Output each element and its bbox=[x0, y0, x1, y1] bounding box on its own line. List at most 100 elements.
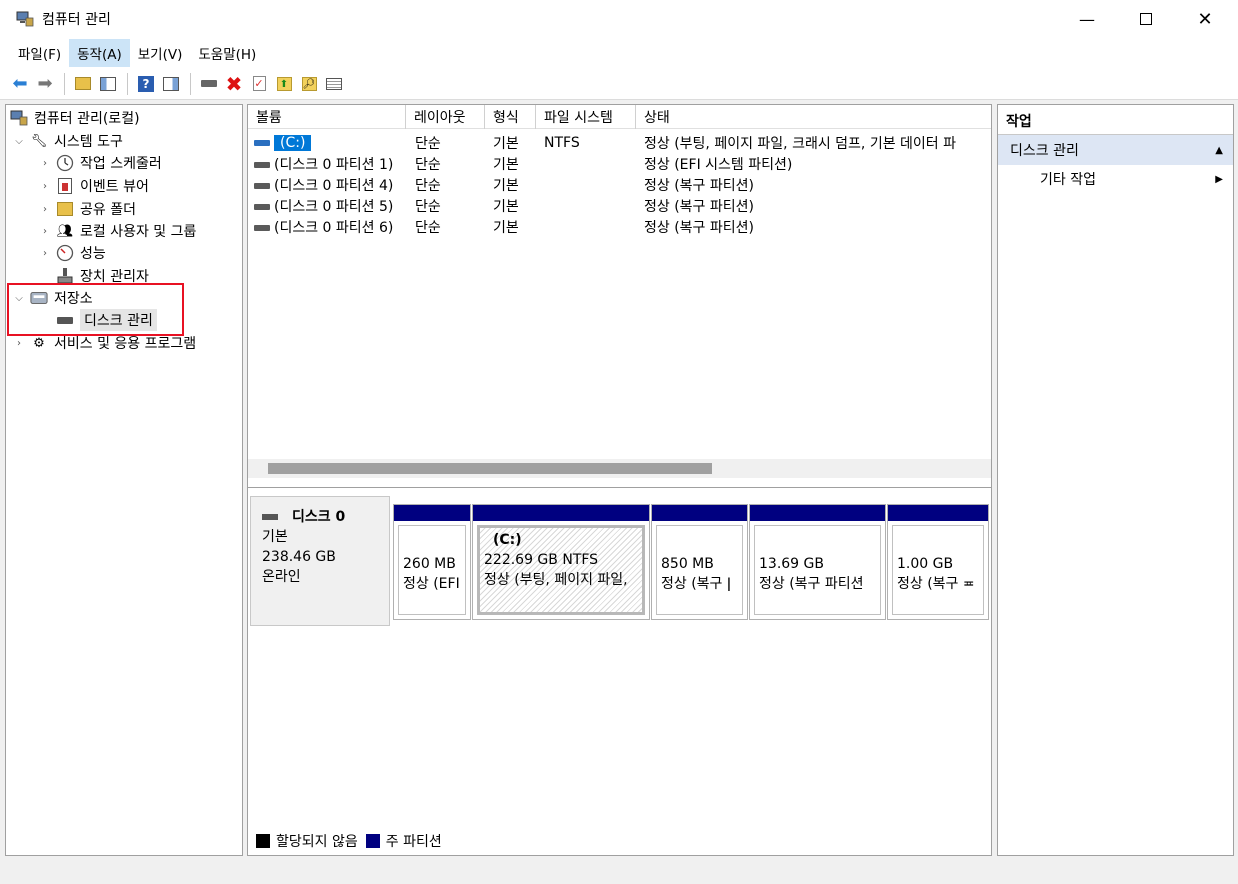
table-row[interactable]: (디스크 0 파티션 5) 단순 기본 정상 (복구 파티션) bbox=[248, 195, 991, 216]
partition-bar bbox=[750, 505, 885, 521]
column-header-volume[interactable]: 볼륨 bbox=[248, 105, 406, 129]
partition-bar bbox=[652, 505, 747, 521]
volume-type: 기본 bbox=[493, 135, 519, 152]
menu-view[interactable]: 보기(V) bbox=[130, 39, 191, 67]
checklist-icon: ✓ bbox=[252, 76, 266, 91]
collapse-chevron-icon[interactable]: › bbox=[38, 158, 52, 169]
close-button[interactable]: ✕ bbox=[1176, 0, 1234, 38]
maximize-button[interactable] bbox=[1117, 0, 1175, 38]
table-row[interactable]: (디스크 0 파티션 1) 단순 기본 정상 (EFI 시스템 파티션) bbox=[248, 153, 991, 174]
column-header-layout[interactable]: 레이아웃 bbox=[406, 105, 485, 129]
disk-drive-icon bbox=[262, 514, 278, 520]
volume-status: 정상 (복구 파티션) bbox=[644, 219, 754, 236]
partition-status: 정상 (복구 ǀ bbox=[661, 576, 732, 592]
folder-arrow-icon: ⬆ bbox=[276, 76, 292, 91]
collapse-chevron-icon[interactable]: › bbox=[38, 226, 52, 237]
import-button[interactable]: ⬆ bbox=[272, 72, 296, 96]
forward-button[interactable]: ➡ bbox=[33, 72, 57, 96]
computer-management-icon bbox=[16, 11, 34, 27]
tree-item-shared-folders[interactable]: › 공유 폴더 bbox=[38, 198, 136, 220]
partition-size: 850 MB bbox=[661, 556, 714, 572]
legend-primary: 주 파티션 bbox=[385, 834, 442, 850]
partition-recovery-5[interactable]: 13.69 GB 정상 (복구 파티션 bbox=[749, 504, 886, 620]
expand-chevron-icon[interactable]: ⌵ bbox=[12, 136, 26, 147]
actions-section-disk-management[interactable]: 디스크 관리 ▲ bbox=[998, 135, 1233, 165]
volume-layout: 단순 bbox=[415, 135, 441, 152]
computer-management-icon bbox=[10, 109, 28, 127]
collapse-chevron-icon[interactable]: › bbox=[38, 181, 52, 192]
scrollbar-thumb[interactable] bbox=[268, 463, 712, 474]
partition-recovery-4[interactable]: 850 MB 정상 (복구 ǀ bbox=[651, 504, 748, 620]
delete-button[interactable]: ✖ bbox=[222, 72, 246, 96]
section-label: 디스크 관리 bbox=[1010, 143, 1079, 159]
tree-item-local-users[interactable]: › 👥︎ 로컬 사용자 및 그룹 bbox=[38, 220, 196, 242]
tools-icon: 🔧︎ bbox=[30, 133, 48, 149]
tree-item-performance[interactable]: › 성능 bbox=[38, 242, 106, 264]
window-title: 컴퓨터 관리 bbox=[42, 12, 111, 28]
help-icon: ? bbox=[138, 75, 154, 92]
volume-type: 기본 bbox=[493, 198, 519, 215]
event-log-icon bbox=[56, 177, 74, 195]
back-arrow-icon: ⬅ bbox=[12, 73, 28, 94]
volume-table-header: 볼륨 레이아웃 형식 파일 시스템 상태 bbox=[248, 105, 991, 129]
legend-unallocated: 할당되지 않음 bbox=[276, 834, 358, 850]
table-row[interactable]: (디스크 0 파티션 6) 단순 기본 정상 (복구 파티션) bbox=[248, 216, 991, 237]
volume-layout: 단순 bbox=[415, 177, 441, 194]
actions-pane: 작업 디스크 관리 ▲ 기타 작업 ▶ bbox=[997, 104, 1234, 856]
collapse-chevron-icon[interactable]: › bbox=[12, 338, 26, 349]
volume-layout: 단순 bbox=[415, 198, 441, 215]
partition-size: 222.69 GB NTFS bbox=[484, 552, 599, 568]
tree-item-event-viewer[interactable]: › 이벤트 뷰어 bbox=[38, 175, 149, 197]
search-button[interactable]: 🔎︎ bbox=[297, 72, 321, 96]
unallocated-swatch bbox=[256, 834, 270, 848]
collapse-chevron-icon[interactable]: › bbox=[38, 248, 52, 259]
red-highlight-annotation bbox=[7, 283, 184, 336]
column-header-filesystem[interactable]: 파일 시스템 bbox=[536, 105, 636, 129]
tree-item-task-scheduler[interactable]: › 작업 스케줄러 bbox=[38, 152, 162, 174]
disk-info-panel[interactable]: 디스크 0 기본 238.46 GB 온라인 bbox=[250, 496, 390, 626]
volume-status: 정상 (복구 파티션) bbox=[644, 177, 754, 194]
up-folder-button[interactable] bbox=[71, 72, 95, 96]
column-header-status[interactable]: 상태 bbox=[636, 105, 991, 129]
table-row[interactable]: (디스크 0 파티션 4) 단순 기본 정상 (복구 파티션) bbox=[248, 174, 991, 195]
partition-label: (C:) bbox=[493, 532, 522, 548]
menu-file[interactable]: 파일(F) bbox=[10, 39, 69, 67]
column-header-type[interactable]: 형식 bbox=[485, 105, 536, 129]
properties-button[interactable] bbox=[322, 72, 346, 96]
connect-button[interactable] bbox=[197, 72, 221, 96]
help-button[interactable]: ? bbox=[134, 72, 158, 96]
toolbar-separator bbox=[127, 72, 128, 95]
volume-type: 기본 bbox=[493, 177, 519, 194]
forward-arrow-icon: ➡ bbox=[37, 73, 53, 94]
volume-type: 기본 bbox=[493, 219, 519, 236]
disk-management-pane: 볼륨 레이아웃 형식 파일 시스템 상태 (C:) 단순 기본 NTFS 정상 … bbox=[247, 104, 992, 856]
collapse-chevron-icon[interactable]: › bbox=[38, 204, 52, 215]
partition-legend: 할당되지 않음 주 파티션 bbox=[256, 831, 442, 851]
shared-folder-icon bbox=[56, 200, 74, 218]
volume-filesystem: NTFS bbox=[544, 134, 580, 151]
tree-item-system-tools[interactable]: ⌵ 🔧︎ 시스템 도구 bbox=[12, 130, 123, 152]
disk-size: 238.46 GB bbox=[262, 549, 336, 565]
minimize-button[interactable]: — bbox=[1058, 0, 1116, 38]
tree-item-root[interactable]: 컴퓨터 관리(로컬) bbox=[10, 107, 140, 129]
show-hide-tree-button[interactable] bbox=[96, 72, 120, 96]
disk-name: 디스크 0 bbox=[292, 509, 346, 525]
action-pane-button[interactable] bbox=[159, 72, 183, 96]
partition-c[interactable]: (C:) 222.69 GB NTFS 정상 (부팅, 페이지 파일, bbox=[472, 504, 650, 620]
table-row[interactable]: (C:) 단순 기본 NTFS 정상 (부팅, 페이지 파일, 크래시 덤프, … bbox=[248, 132, 991, 153]
volume-name: (디스크 0 파티션 4) bbox=[274, 177, 394, 194]
action-more-actions[interactable]: 기타 작업 ▶ bbox=[998, 165, 1233, 193]
partition-recovery-6[interactable]: 1.00 GB 정상 (복구 ≖ bbox=[887, 504, 989, 620]
back-button[interactable]: ⬅ bbox=[8, 72, 32, 96]
tree-label: 성능 bbox=[80, 246, 106, 262]
partition-status: 정상 (EFI bbox=[403, 576, 460, 592]
menu-help[interactable]: 도움말(H) bbox=[190, 39, 264, 67]
check-button[interactable]: ✓ bbox=[247, 72, 271, 96]
primary-swatch bbox=[365, 834, 380, 848]
actions-header: 작업 bbox=[998, 105, 1233, 135]
partition-efi[interactable]: 260 MB 정상 (EFI bbox=[393, 504, 471, 620]
delete-icon: ✖ bbox=[225, 71, 243, 96]
collapse-triangle-icon[interactable]: ▲ bbox=[1215, 145, 1223, 156]
volume-icon bbox=[254, 224, 270, 231]
menu-action[interactable]: 동작(A) bbox=[69, 39, 130, 67]
